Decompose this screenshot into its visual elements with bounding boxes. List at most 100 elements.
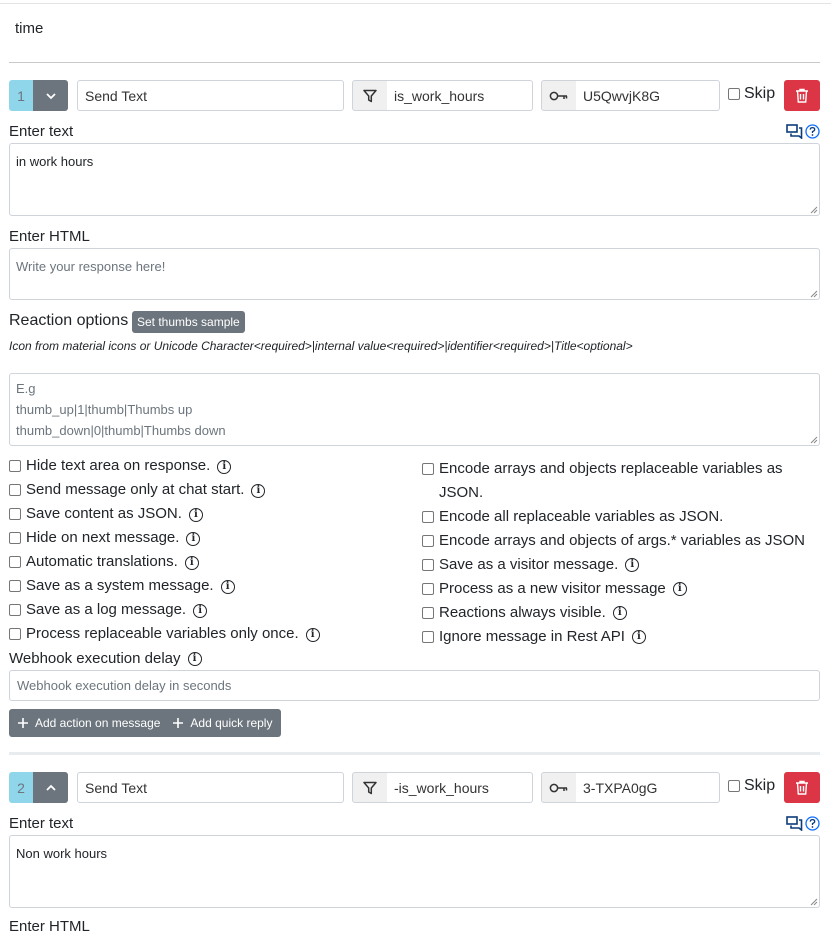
option-process-vars-once[interactable]: Process replaceable variables only once.… [9, 625, 409, 649]
option-hide-text-area[interactable]: Hide text area on response. i [9, 457, 409, 481]
option-encode-all-vars[interactable]: Encode all replaceable variables as JSON… [422, 505, 820, 529]
info-icon[interactable]: i [187, 651, 202, 666]
resize-grip[interactable] [810, 290, 818, 298]
step-type-select[interactable]: Send Text [77, 80, 344, 111]
checkbox[interactable] [9, 484, 21, 496]
action-buttons-group: Add action on message Add quick reply [9, 709, 281, 737]
collapse-toggle-button[interactable] [33, 772, 68, 803]
resize-grip[interactable] [810, 898, 818, 906]
option-save-system-message[interactable]: Save as a system message. i [9, 577, 409, 601]
add-action-label: Add action on message [35, 716, 161, 730]
option-hide-on-next[interactable]: Hide on next message. i [9, 529, 409, 553]
option-process-new-visitor[interactable]: Process as a new visitor message i [422, 577, 820, 601]
info-icon[interactable]: i [612, 606, 627, 620]
condition-label: time [15, 20, 44, 37]
info-icon[interactable]: i [220, 580, 235, 594]
add-quick-reply-label: Add quick reply [190, 716, 273, 730]
checkbox[interactable] [9, 628, 21, 640]
skip-label: Skip [744, 85, 776, 102]
condition-input[interactable]: -is_work_hours [387, 772, 533, 803]
info-icon[interactable]: i [217, 460, 232, 474]
condition-addon [352, 80, 388, 111]
checkbox[interactable] [422, 559, 434, 571]
chat-bubbles-icon[interactable] [786, 816, 803, 831]
checkbox[interactable] [9, 580, 21, 592]
step-2-header: 2 Send Text -is_work_hours 3-TXPA0gG Ski… [9, 772, 820, 804]
add-action-button[interactable]: Add action on message [9, 709, 160, 737]
question-circle-icon[interactable] [805, 124, 820, 139]
enter-text-label: Enter text [9, 815, 74, 832]
reaction-textarea[interactable]: E.g thumb_up|1|thumb|Thumbs up thumb_dow… [9, 373, 820, 446]
skip-checkbox[interactable]: Skip [728, 777, 775, 795]
step-id-input[interactable]: 3-TXPA0gG [576, 772, 720, 803]
checkbox[interactable] [9, 532, 21, 544]
webhook-delay-placeholder: Webhook execution delay in seconds [17, 678, 232, 693]
add-quick-reply-button[interactable]: Add quick reply [160, 709, 272, 737]
skip-check[interactable] [728, 780, 740, 792]
checkbox[interactable] [422, 607, 434, 619]
collapse-toggle-button[interactable] [33, 80, 68, 111]
option-automatic-translations[interactable]: Automatic translations. i [9, 553, 409, 577]
option-label: Encode arrays and objects replaceable va… [439, 460, 783, 501]
option-send-only-at-start[interactable]: Send message only at chat start. i [9, 481, 409, 505]
checkbox[interactable] [9, 460, 21, 472]
text-textarea[interactable]: Non work hours [9, 835, 820, 908]
key-icon [549, 783, 568, 792]
text-value: in work hours [16, 154, 94, 169]
option-label: Process replaceable variables only once. [26, 625, 299, 642]
step-type-select[interactable]: Send Text [77, 772, 344, 803]
chevron-down-icon [45, 92, 56, 99]
info-icon[interactable]: i [631, 630, 646, 644]
info-icon[interactable]: i [193, 604, 208, 618]
step-id-input[interactable]: U5QwvjK8G [576, 80, 720, 111]
text-textarea[interactable]: in work hours [9, 143, 820, 216]
question-circle-icon[interactable] [805, 816, 820, 831]
option-reactions-visible[interactable]: Reactions always visible. i [422, 601, 820, 625]
condition-input[interactable]: is_work_hours [387, 80, 533, 111]
text-value: Non work hours [16, 846, 108, 861]
option-save-content-json[interactable]: Save content as JSON. i [9, 505, 409, 529]
info-icon[interactable]: i [188, 508, 203, 522]
option-save-log-message[interactable]: Save as a log message. i [9, 601, 409, 625]
enter-html-label: Enter HTML [9, 918, 90, 935]
info-icon[interactable]: i [305, 628, 320, 642]
resize-grip[interactable] [810, 436, 818, 444]
section-divider [9, 62, 820, 63]
html-textarea[interactable]: Write your response here! [9, 248, 820, 300]
text-help-icons [786, 124, 820, 139]
skip-checkbox[interactable]: Skip [728, 85, 775, 103]
delete-step-button[interactable] [784, 772, 820, 803]
info-icon[interactable]: i [672, 582, 687, 596]
option-label: Save as a log message. [26, 601, 187, 618]
option-save-visitor-message[interactable]: Save as a visitor message. i [422, 553, 820, 577]
options-left: Hide text area on response. i Send messag… [9, 457, 409, 649]
id-addon [541, 772, 577, 803]
plus-icon [18, 718, 28, 728]
option-encode-args-vars[interactable]: Encode arrays and objects of args.* vari… [422, 529, 820, 553]
option-label: Encode arrays and objects of args.* vari… [439, 532, 806, 549]
info-icon[interactable]: i [625, 558, 640, 572]
info-icon[interactable]: i [184, 556, 199, 570]
info-icon[interactable]: i [251, 484, 266, 498]
delete-step-button[interactable] [784, 80, 820, 111]
resize-grip[interactable] [810, 206, 818, 214]
set-thumbs-sample-button[interactable]: Set thumbs sample [132, 311, 245, 333]
checkbox[interactable] [422, 631, 434, 643]
checkbox[interactable] [422, 511, 434, 523]
checkbox[interactable] [9, 508, 21, 520]
webhook-delay-input[interactable]: Webhook execution delay in seconds [9, 670, 820, 701]
condition-addon [352, 772, 388, 803]
checkbox[interactable] [422, 583, 434, 595]
skip-check[interactable] [728, 88, 740, 100]
options-right: Encode arrays and objects replaceable va… [422, 457, 820, 649]
option-ignore-rest-api[interactable]: Ignore message in Rest API i [422, 625, 820, 649]
step-1-header: 1 Send Text is_work_hours U5QwvjK8G Skip [9, 80, 820, 112]
checkbox[interactable] [422, 535, 434, 547]
option-encode-arrays-objects[interactable]: Encode arrays and objects replaceable va… [422, 457, 820, 505]
trash-icon [796, 780, 808, 795]
checkbox[interactable] [422, 463, 434, 475]
chat-bubbles-icon[interactable] [786, 124, 803, 139]
checkbox[interactable] [9, 604, 21, 616]
info-icon[interactable]: i [186, 532, 201, 546]
checkbox[interactable] [9, 556, 21, 568]
